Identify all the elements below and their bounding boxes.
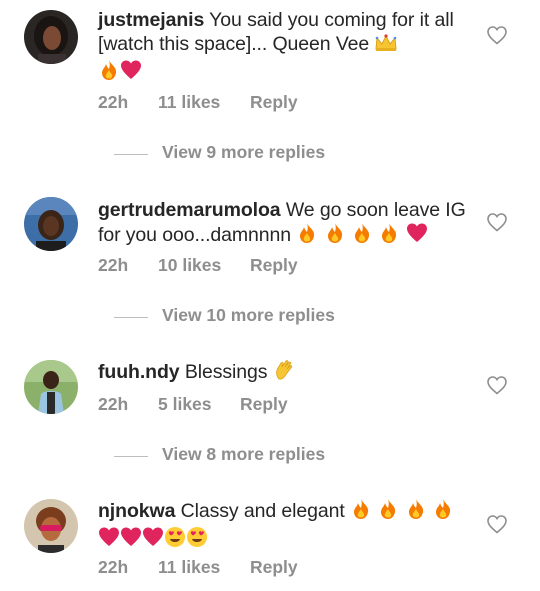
comment-body: Blessings bbox=[184, 361, 268, 383]
comment-username[interactable]: njnokwa bbox=[98, 500, 175, 522]
fire-emoji-icon bbox=[378, 222, 400, 250]
reply-button[interactable]: Reply bbox=[250, 255, 298, 276]
comment-likes[interactable]: 5 likes bbox=[158, 394, 212, 415]
divider-line bbox=[114, 317, 148, 318]
like-heart-icon[interactable] bbox=[486, 375, 508, 395]
like-heart-icon[interactable] bbox=[486, 514, 508, 534]
comment-time: 22h bbox=[98, 92, 129, 112]
comment-time: 22h bbox=[98, 394, 129, 414]
avatar[interactable] bbox=[24, 360, 78, 414]
fire-emoji-icon bbox=[324, 222, 346, 250]
reply-button[interactable]: Reply bbox=[240, 394, 288, 415]
comment-time: 22h bbox=[98, 255, 129, 275]
red-heart-emoji-icon bbox=[120, 59, 142, 87]
fire-emoji-icon bbox=[350, 498, 372, 526]
reply-button[interactable]: Reply bbox=[250, 557, 298, 578]
comment-text: njnokwa Classy and elegant bbox=[98, 498, 468, 554]
avatar[interactable] bbox=[24, 10, 78, 64]
crown-emoji-icon bbox=[374, 33, 398, 59]
fire-emoji-icon bbox=[296, 222, 318, 250]
comment-username[interactable]: justmejanis bbox=[98, 9, 204, 31]
fire-emoji-icon bbox=[432, 498, 454, 526]
fire-emoji-icon bbox=[377, 498, 399, 526]
comment-text: fuuh.ndy Blessings bbox=[98, 359, 468, 387]
view-replies-label[interactable]: View 8 more replies bbox=[162, 444, 325, 465]
reply-button[interactable]: Reply bbox=[250, 92, 298, 113]
fire-emoji-icon bbox=[405, 498, 427, 526]
heart-eyes-emoji-icon bbox=[186, 526, 208, 554]
comment-likes[interactable]: 11 likes bbox=[158, 92, 220, 113]
red-heart-emoji-icon bbox=[98, 526, 120, 554]
comment-likes[interactable]: 11 likes bbox=[158, 557, 220, 578]
comment-username[interactable]: fuuh.ndy bbox=[98, 361, 180, 383]
fire-emoji-icon bbox=[98, 59, 120, 87]
comment-text: justmejanis You said you coming for it a… bbox=[98, 8, 468, 87]
like-heart-icon[interactable] bbox=[486, 212, 508, 232]
fire-emoji-icon bbox=[351, 222, 373, 250]
red-heart-emoji-icon bbox=[406, 222, 428, 250]
avatar[interactable] bbox=[24, 197, 78, 251]
divider-line bbox=[114, 456, 148, 457]
avatar[interactable] bbox=[24, 499, 78, 553]
red-heart-emoji-icon bbox=[120, 526, 142, 554]
view-replies-label[interactable]: View 9 more replies bbox=[162, 142, 325, 163]
red-heart-emoji-icon bbox=[142, 526, 164, 554]
comment-text: gertrudemarumoloa We go soon leave IG fo… bbox=[98, 198, 468, 250]
clapping-hands-emoji-icon bbox=[273, 359, 295, 387]
view-replies-label[interactable]: View 10 more replies bbox=[162, 305, 335, 326]
comment-username[interactable]: gertrudemarumoloa bbox=[98, 199, 281, 221]
like-heart-icon[interactable] bbox=[486, 25, 508, 45]
comment-body: Classy and elegant bbox=[180, 500, 345, 522]
comment-time: 22h bbox=[98, 557, 129, 577]
divider-line bbox=[114, 154, 148, 155]
comment-likes[interactable]: 10 likes bbox=[158, 255, 221, 276]
heart-eyes-emoji-icon bbox=[164, 526, 186, 554]
